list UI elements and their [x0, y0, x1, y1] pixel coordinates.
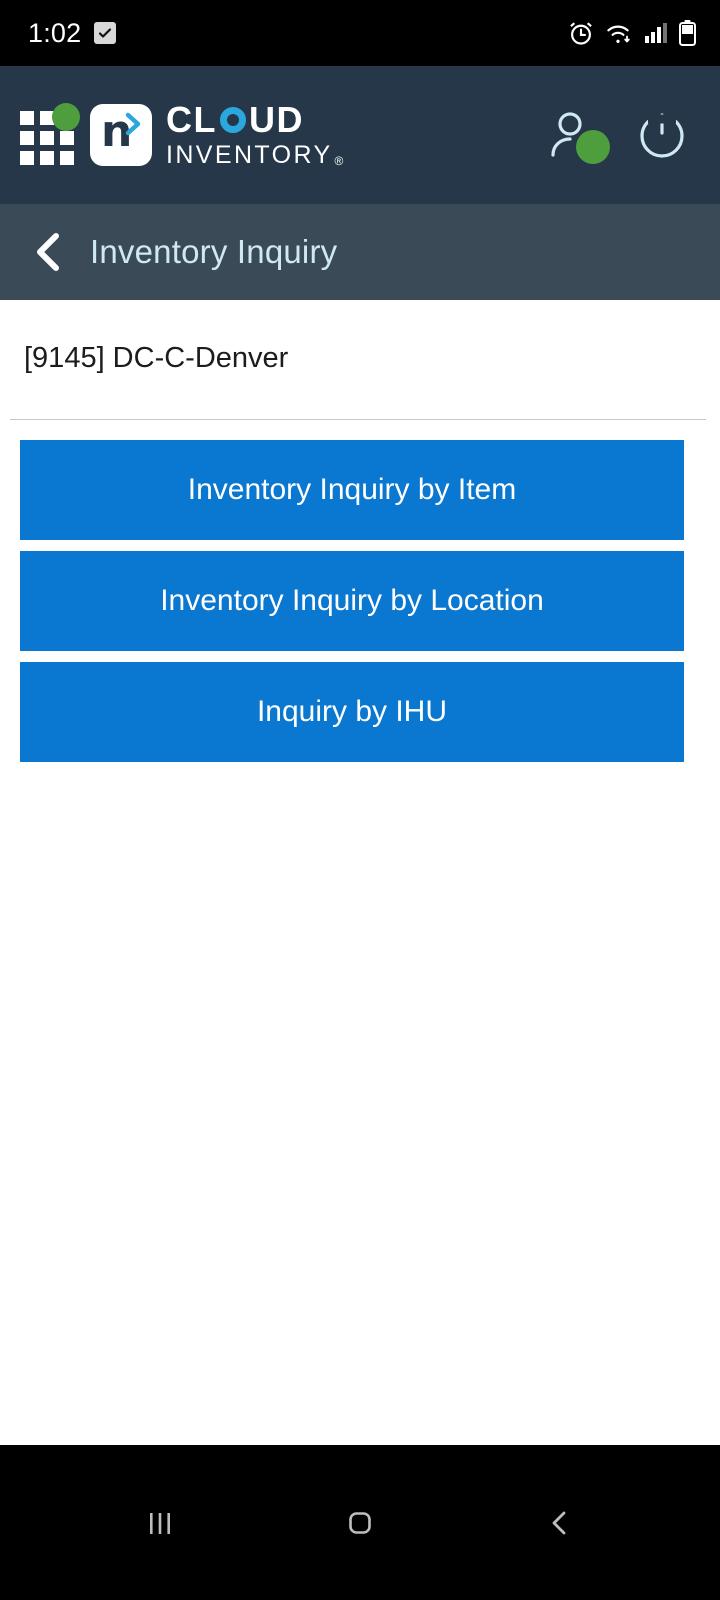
- phone-screen: 1:02 n CL UD INVENTORY ® Inventory Inqui…: [0, 0, 720, 1600]
- page-navbar: Inventory Inquiry: [0, 204, 720, 300]
- main-content: [9145] DC-C-Denver Inventory Inquiry by …: [0, 300, 720, 1435]
- grid-accent-dot: [52, 103, 80, 131]
- inquiry-by-ihu-button[interactable]: Inquiry by IHU: [20, 662, 684, 762]
- brand-o-ring: [220, 107, 246, 133]
- back-chevron-icon[interactable]: [28, 231, 68, 273]
- signal-icon: [644, 21, 668, 45]
- app-grid-icon[interactable]: [20, 103, 80, 165]
- status-bar-left: 1:02: [28, 17, 117, 48]
- wifi-icon: [605, 20, 633, 46]
- brand-name-inventory: INVENTORY ®: [166, 141, 346, 169]
- n-logo-badge: n: [90, 104, 152, 166]
- inventory-inquiry-by-location-button[interactable]: Inventory Inquiry by Location: [20, 551, 684, 651]
- online-status-dot: [576, 130, 610, 164]
- android-back-icon[interactable]: [500, 1483, 620, 1563]
- recents-icon[interactable]: [100, 1483, 220, 1563]
- status-time: 1:02: [28, 17, 82, 48]
- action-button-stack: Inventory Inquiry by Item Inventory Inqu…: [0, 420, 720, 762]
- checkbox-app-icon: [94, 22, 117, 44]
- status-bar-right: [568, 20, 696, 46]
- user-account-icon[interactable]: [546, 108, 610, 164]
- battery-icon: [679, 20, 696, 46]
- brand-name-cloud: CL UD: [166, 99, 304, 140]
- page-title: Inventory Inquiry: [90, 233, 338, 270]
- inventory-inquiry-by-item-button[interactable]: Inventory Inquiry by Item: [20, 440, 684, 540]
- location-label: [9145] DC-C-Denver: [24, 342, 289, 374]
- brand-logo: n CL UD INVENTORY ®: [20, 102, 346, 168]
- home-icon[interactable]: [300, 1483, 420, 1563]
- app-header: n CL UD INVENTORY ®: [0, 66, 720, 204]
- header-actions: [546, 107, 690, 164]
- chevron-right-icon: [124, 112, 144, 141]
- brand-wordmark: CL UD INVENTORY ®: [166, 102, 346, 168]
- power-icon[interactable]: [634, 107, 690, 163]
- alarm-icon: [568, 20, 594, 46]
- system-navigation-bar: [0, 1445, 720, 1600]
- trademark-mark: ®: [334, 154, 346, 168]
- status-bar: 1:02: [0, 0, 720, 66]
